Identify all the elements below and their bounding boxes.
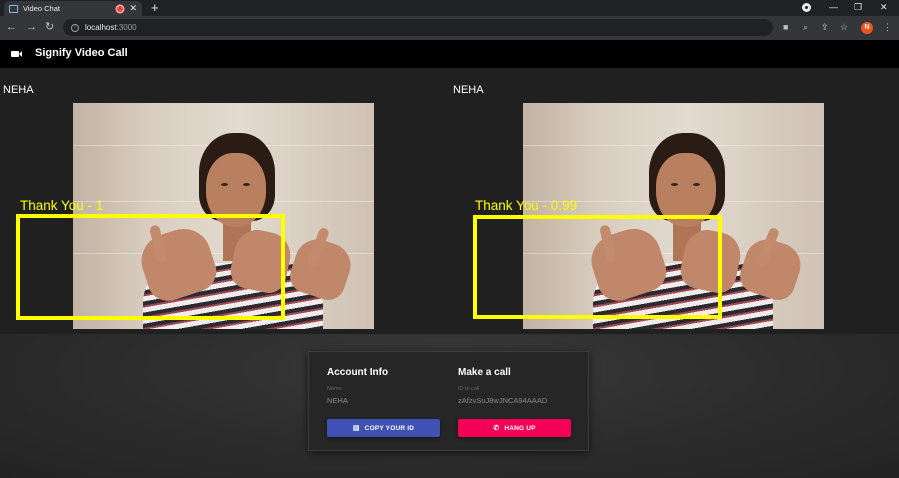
new-tab-button[interactable]: +	[151, 0, 159, 15]
tab-title: Video Chat	[23, 4, 60, 13]
back-arrow-icon[interactable]: ←	[6, 20, 17, 34]
id-to-call-label: ID to call	[458, 386, 480, 392]
app-bar: Signify Video Call	[0, 40, 899, 68]
copy-id-label: COPY YOUR ID	[364, 424, 415, 432]
phone-hangup-icon: ✆	[493, 425, 500, 432]
call-panel: Account Info Name NEHA Make a call ID to…	[308, 351, 589, 451]
name-field-label: Name	[327, 386, 342, 392]
camera-in-use-icon[interactable]: ■	[783, 21, 788, 33]
app-title: Signify Video Call	[35, 47, 128, 59]
remote-detection-label: Thank You - 0.99	[475, 198, 578, 213]
window-close-button[interactable]: ✕	[880, 1, 888, 13]
recording-indicator-icon	[117, 5, 124, 12]
hang-up-button[interactable]: ✆ HANG UP	[458, 419, 571, 437]
share-icon[interactable]: ⇪	[821, 21, 829, 33]
make-call-heading: Make a call	[458, 367, 511, 378]
local-detection-label: Thank You - 1	[20, 198, 104, 213]
video-favicon-icon	[9, 4, 18, 13]
camera-icon	[11, 51, 19, 57]
local-detection-box	[16, 214, 285, 320]
copy-id-button[interactable]: ▤ COPY YOUR ID	[327, 419, 440, 437]
browser-tab[interactable]: Video Chat ✕	[4, 1, 142, 16]
tab-search-icon[interactable]	[802, 3, 811, 12]
site-info-icon[interactable]: i	[71, 23, 79, 32]
browser-tabstrip: Video Chat ✕ + — ❐ ✕	[0, 0, 899, 16]
tab-close-icon[interactable]: ✕	[129, 4, 137, 13]
forward-arrow-icon[interactable]: →	[26, 20, 37, 34]
bookmark-star-icon[interactable]: ☆	[840, 21, 848, 33]
url-port: :3000	[116, 23, 137, 32]
zoom-icon[interactable]: ⌕	[803, 21, 808, 33]
account-info-heading: Account Info	[327, 367, 389, 378]
profile-avatar[interactable]: N	[861, 22, 873, 34]
window-minimize-button[interactable]: —	[829, 1, 838, 13]
local-user-name: NEHA	[3, 84, 34, 96]
browser-menu-icon[interactable]: ⋮	[883, 21, 892, 33]
clipboard-icon: ▤	[352, 425, 360, 432]
remote-detection-box	[473, 215, 722, 319]
hang-up-label: HANG UP	[504, 424, 536, 432]
address-bar[interactable]: i localhost:3000	[63, 19, 773, 36]
browser-toolbar: ← → ↻ i localhost:3000 ■ ⌕ ⇪ ☆ N ⋮	[0, 16, 899, 40]
remote-user-name: NEHA	[453, 84, 484, 96]
window-restore-button[interactable]: ❐	[854, 1, 862, 13]
reload-icon[interactable]: ↻	[45, 20, 54, 34]
url-host: localhost	[85, 23, 117, 32]
name-field[interactable]: NEHA	[327, 396, 348, 405]
id-to-call-field[interactable]: zAfzvSuJ8wJNCA94AAAD	[458, 396, 547, 405]
